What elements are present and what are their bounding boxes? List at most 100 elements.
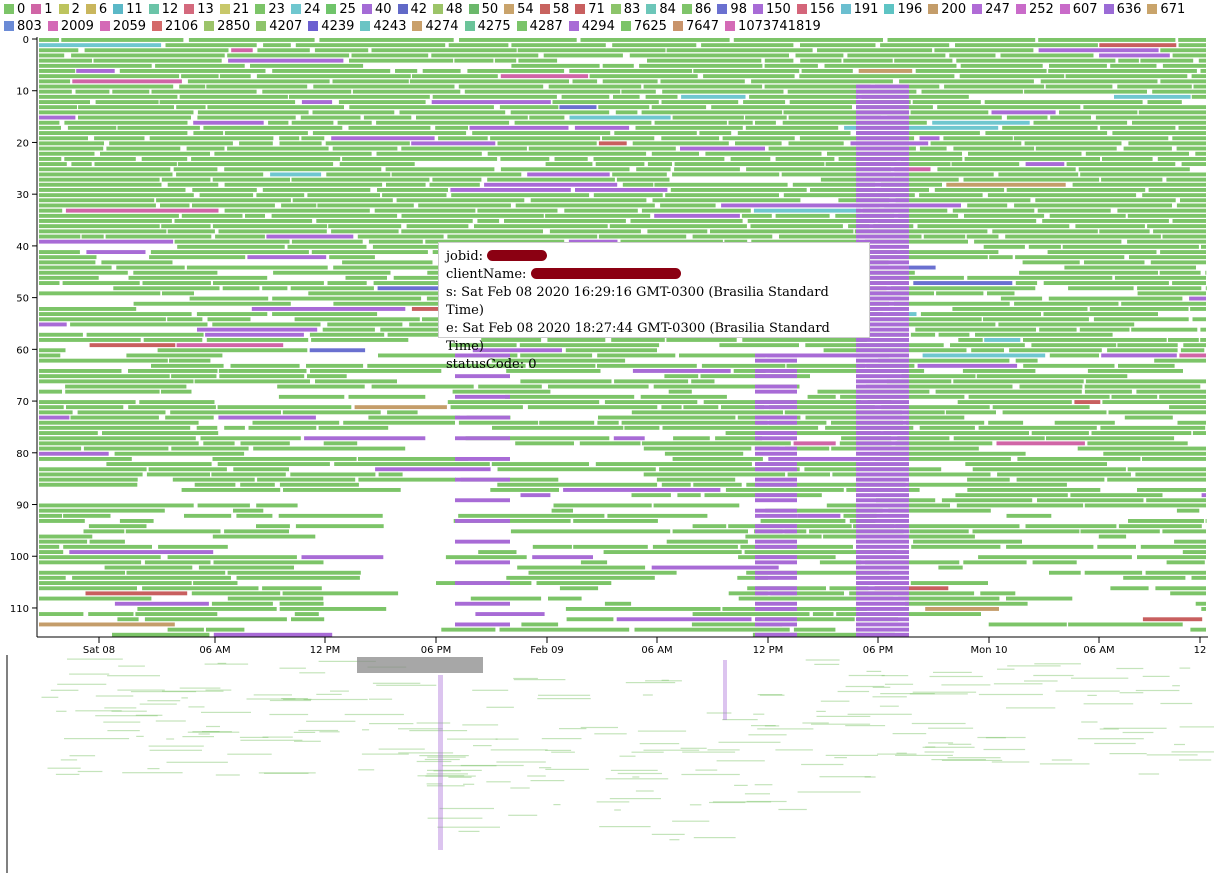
job-bar[interactable] [856,198,909,203]
job-bar[interactable] [1135,472,1206,477]
job-bar[interactable] [1071,677,1129,679]
job-bar[interactable] [997,668,1015,670]
job-bar[interactable] [39,275,99,280]
job-bar[interactable] [539,420,595,425]
job-bar[interactable] [162,690,224,692]
job-bar[interactable] [39,420,199,425]
job-bar[interactable] [133,270,218,275]
job-bar[interactable] [1099,53,1170,58]
job-bar[interactable] [937,105,1081,110]
job-bar[interactable] [856,208,909,213]
job-bar[interactable] [39,353,61,358]
job-bar[interactable] [39,58,92,63]
job-bar[interactable] [455,374,510,379]
job-bar[interactable] [39,146,104,151]
job-bar[interactable] [653,503,740,508]
job-bar[interactable] [975,332,1113,337]
job-bar[interactable] [191,157,341,161]
job-bar[interactable] [499,627,630,632]
job-bar[interactable] [184,513,232,518]
job-bar[interactable] [39,307,137,311]
job-bar[interactable] [380,327,443,332]
job-bar[interactable] [1085,151,1189,156]
job-bar[interactable] [432,94,557,99]
job-bar[interactable] [635,790,654,792]
job-bar[interactable] [1124,415,1173,420]
job-bar[interactable] [39,410,73,415]
job-bar[interactable] [290,472,376,477]
job-bar[interactable] [161,177,211,182]
job-bar[interactable] [256,524,290,529]
job-bar[interactable] [741,213,772,218]
job-bar[interactable] [755,482,797,487]
job-bar[interactable] [496,761,546,763]
job-bar[interactable] [371,384,474,389]
job-bar[interactable] [956,503,1084,508]
job-bar[interactable] [1117,343,1178,348]
job-bar[interactable] [1145,570,1206,575]
job-bar[interactable] [331,136,435,141]
job-bar[interactable] [343,420,455,425]
job-bar[interactable] [401,213,544,218]
job-bar[interactable] [1191,74,1206,79]
job-bar[interactable] [580,38,730,42]
job-bar[interactable] [165,415,214,420]
job-bar[interactable] [856,498,909,503]
job-bar[interactable] [376,151,482,156]
job-bar[interactable] [239,141,273,146]
job-bar[interactable] [619,755,636,757]
job-bar[interactable] [755,462,797,466]
job-bar[interactable] [1031,431,1089,435]
job-bar[interactable] [911,544,1001,549]
job-bar[interactable] [1032,560,1077,565]
job-bar[interactable] [887,38,1036,42]
job-bar[interactable] [755,586,797,591]
job-bar[interactable] [1084,503,1206,508]
job-bar[interactable] [1160,250,1206,254]
job-bar[interactable] [920,312,1041,316]
job-bar[interactable] [219,374,305,379]
job-bar[interactable] [856,182,909,187]
job-bar[interactable] [654,120,727,125]
job-bar[interactable] [429,182,480,187]
job-bar[interactable] [186,265,328,270]
job-bar[interactable] [755,622,797,627]
job-bar[interactable] [431,100,551,104]
job-bar[interactable] [1059,110,1138,115]
job-bar[interactable] [1160,702,1193,705]
job-bar[interactable] [693,837,736,839]
job-bar[interactable] [1055,690,1120,692]
job-bar[interactable] [348,125,431,130]
job-bar[interactable] [651,833,685,835]
job-bar[interactable] [39,79,71,84]
job-bar[interactable] [391,172,522,177]
job-bar[interactable] [936,291,984,296]
job-bar[interactable] [755,446,797,451]
job-bar[interactable] [203,441,235,446]
job-bar[interactable] [1089,307,1189,311]
job-bar[interactable] [1039,327,1077,332]
job-bar[interactable] [1101,177,1163,182]
job-bar[interactable] [856,384,909,389]
job-bar[interactable] [1119,692,1144,694]
job-bar[interactable] [511,63,600,68]
job-bar[interactable] [455,560,510,565]
job-bar[interactable] [598,105,650,110]
job-bar[interactable] [39,570,125,575]
job-bar[interactable] [94,162,177,166]
job-bar[interactable] [661,405,682,410]
job-bar[interactable] [764,58,794,63]
job-bar[interactable] [518,58,558,63]
job-bar[interactable] [895,754,953,756]
job-bar[interactable] [1127,239,1206,244]
job-bar[interactable] [193,120,264,125]
job-bar[interactable] [898,596,1000,601]
job-bar[interactable] [745,125,839,130]
job-bar[interactable] [515,441,574,446]
job-bar[interactable] [39,332,83,337]
job-bar[interactable] [448,776,472,778]
job-bar[interactable] [952,208,1035,213]
job-bar[interactable] [458,420,539,425]
job-bar[interactable] [856,369,909,373]
job-bar[interactable] [167,555,297,560]
